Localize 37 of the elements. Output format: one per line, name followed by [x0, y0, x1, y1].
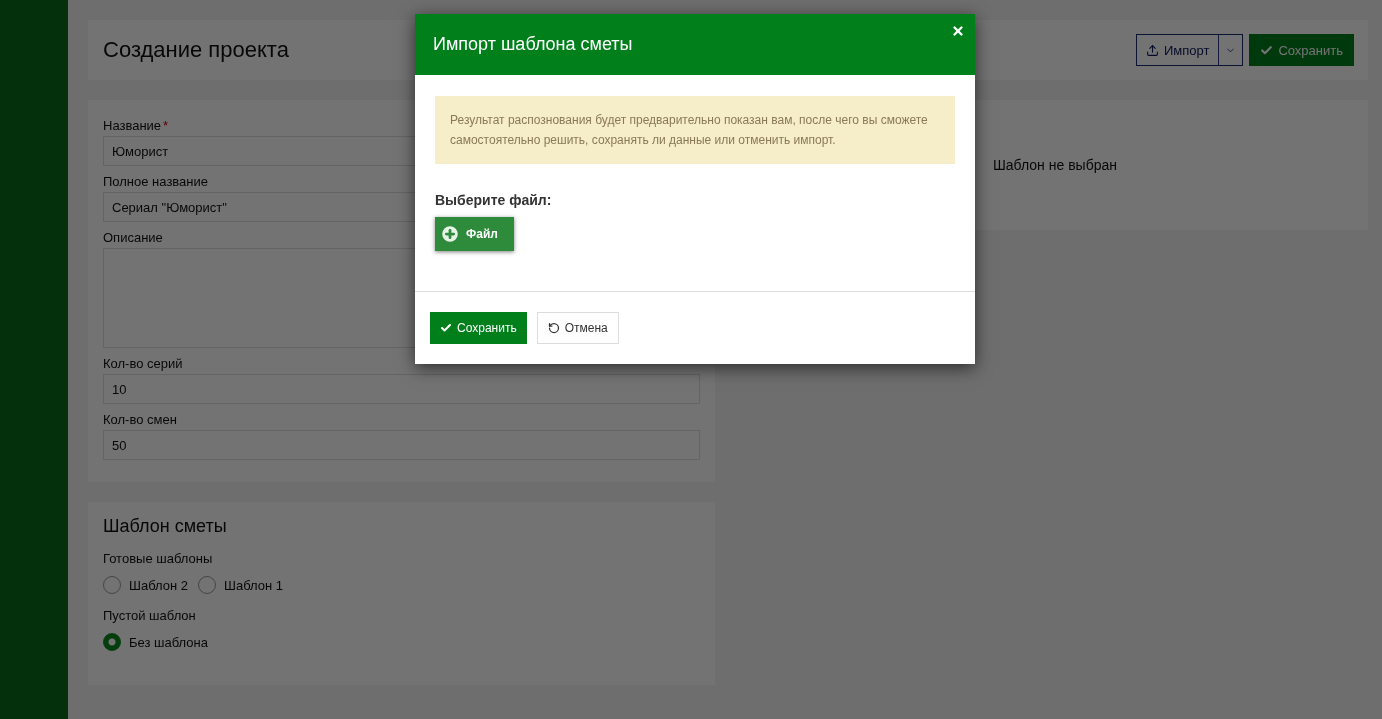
field-label: Название	[103, 118, 162, 133]
save-button[interactable]: Сохранить	[430, 312, 527, 344]
required-mark: *	[163, 118, 169, 133]
info-alert: Результат распознования будет предварительно показан вам, после чего вы сможете самостоятельно решить, сохранять ли данные или отменить импорт.	[435, 96, 955, 164]
field-value: Юморист	[112, 143, 169, 159]
save-button[interactable]: Сохранить	[1249, 34, 1354, 66]
file-label: Выберите файл:	[435, 192, 552, 208]
field-label: Кол-во смен	[103, 412, 177, 427]
group-label: Готовые шаблоны	[103, 551, 213, 566]
field-label: Полное название	[103, 174, 208, 189]
field-value: 10	[112, 381, 127, 397]
group-label: Пустой шаблон	[103, 608, 196, 623]
cancel-button[interactable]: Отмена	[536, 312, 619, 344]
file-button[interactable]: Файл	[435, 217, 514, 251]
radio-button[interactable]	[103, 633, 121, 651]
section-title: Шаблон сметы	[103, 516, 228, 537]
upload-icon	[1145, 43, 1159, 57]
dialog-title: Импорт шаблона сметы	[433, 34, 633, 55]
field-label: Кол-во серий	[103, 356, 183, 371]
check-icon	[440, 322, 452, 334]
close-button[interactable]	[951, 24, 965, 38]
input-field[interactable]: 10	[103, 374, 700, 404]
field-value: Сериал "Юморист"	[112, 199, 227, 215]
close-icon	[951, 24, 965, 38]
radio-label: Без шаблона	[129, 634, 208, 650]
radio-button[interactable]	[198, 576, 216, 594]
field-value: 50	[112, 437, 127, 453]
radio-label: Шаблон 2	[129, 577, 188, 593]
check-icon	[1260, 43, 1274, 57]
undo-icon	[547, 322, 560, 334]
input-field[interactable]: 50	[103, 430, 700, 460]
radio-button[interactable]	[103, 576, 121, 594]
plus-icon	[439, 223, 461, 245]
preview-text: Шаблон не выбран	[993, 157, 1117, 173]
field-label: Описание	[103, 230, 163, 245]
radio-label: Шаблон 1	[224, 577, 283, 593]
page-title: Создание проекта	[103, 37, 289, 63]
